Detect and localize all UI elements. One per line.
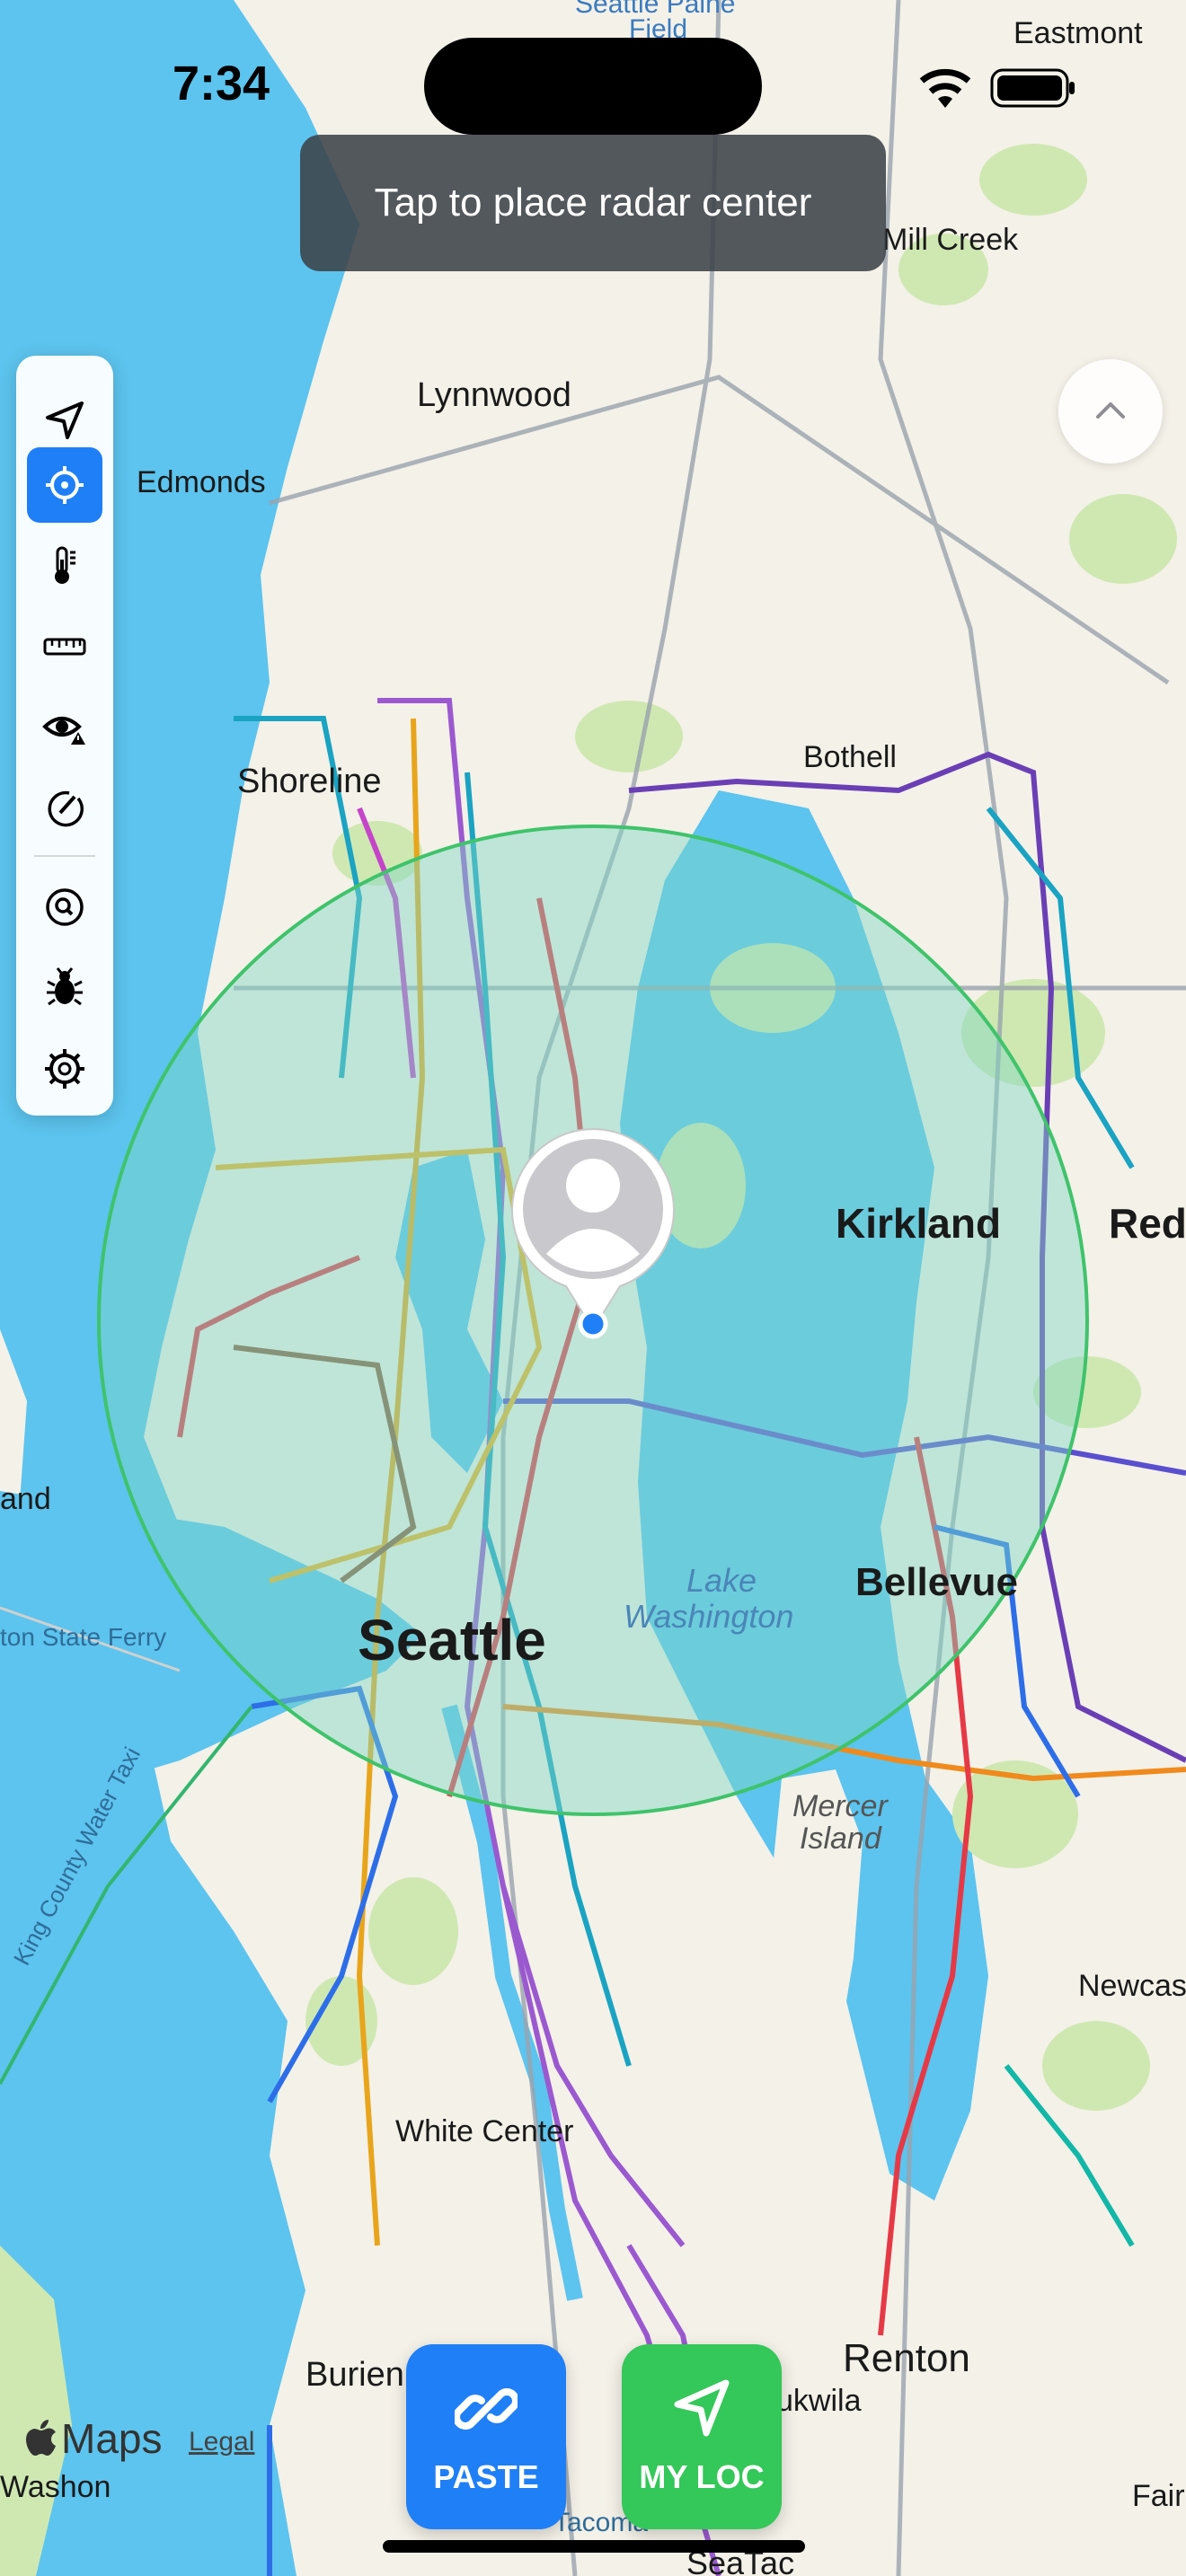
- collapse-button[interactable]: [1058, 359, 1163, 463]
- label-lynnwood: Lynnwood: [417, 376, 571, 414]
- chevron-up-icon: [1096, 402, 1125, 419]
- label-mill-creek: Mill Creek: [882, 223, 1019, 257]
- toolbar-divider: [34, 855, 95, 857]
- status-time: 7:34: [173, 57, 270, 110]
- dynamic-island: [424, 38, 762, 135]
- label-white-center: White Center: [395, 2114, 573, 2148]
- battery-icon: [990, 68, 1075, 108]
- label-kirkland: Kirkland: [836, 1200, 1001, 1247]
- apple-maps-attribution: Maps: [25, 2414, 162, 2463]
- navigation-arrow-icon: [46, 401, 84, 439]
- label-washon: Washon: [0, 2470, 111, 2504]
- paste-button[interactable]: PASTE: [406, 2344, 566, 2529]
- speed-tool[interactable]: [27, 771, 102, 846]
- eye-warning-icon: [42, 717, 85, 745]
- compass-icon: [48, 790, 84, 827]
- label-and: and: [0, 1482, 51, 1516]
- label-lake: Lake: [686, 1562, 757, 1599]
- debug-tool[interactable]: [27, 950, 102, 1026]
- tool-sidebar: [16, 356, 113, 1116]
- label-seattle: Seattle: [358, 1608, 546, 1672]
- maps-label: Maps: [61, 2415, 163, 2462]
- label-red: Red: [1109, 1200, 1186, 1247]
- location-arrow-icon: [674, 2379, 730, 2437]
- settings-tool[interactable]: [27, 1031, 102, 1107]
- search-zoom-icon: [46, 888, 84, 926]
- temperature-tool[interactable]: [27, 528, 102, 604]
- label-newcas: Newcas: [1078, 1969, 1186, 2003]
- label-burien: Burien: [305, 2356, 404, 2394]
- crosshair-icon: [46, 466, 84, 504]
- link-icon: [455, 2388, 518, 2430]
- thermometer-icon: [55, 546, 75, 584]
- legal-link[interactable]: Legal: [189, 2427, 254, 2457]
- place-radar-tool[interactable]: [27, 447, 102, 523]
- apple-logo-icon: [26, 2420, 56, 2456]
- paste-label: PASTE: [433, 2458, 539, 2495]
- search-tool[interactable]: [27, 869, 102, 945]
- label-bothell: Bothell: [803, 740, 897, 774]
- label-island: Island: [800, 1822, 882, 1856]
- measure-tool[interactable]: [27, 609, 102, 684]
- bug-icon: [47, 967, 83, 1006]
- label-ferry: ton State Ferry: [0, 1623, 166, 1651]
- home-indicator: [383, 2540, 805, 2553]
- label-edmonds: Edmonds: [137, 465, 266, 499]
- visibility-alerts-tool[interactable]: [27, 690, 102, 765]
- hint-toast: Tap to place radar center: [300, 135, 886, 271]
- label-fair: Fair: [1132, 2479, 1185, 2513]
- gear-icon: [45, 1049, 84, 1089]
- label-washington: Washington: [624, 1598, 793, 1635]
- wifi-icon: [919, 68, 971, 108]
- my-location-button[interactable]: MY LOC: [622, 2344, 782, 2529]
- ruler-icon: [43, 638, 86, 656]
- label-renton: Renton: [843, 2336, 970, 2380]
- label-shoreline: Shoreline: [237, 763, 382, 800]
- label-bellevue: Bellevue: [855, 1560, 1018, 1604]
- label-ukwila: ukwila: [776, 2384, 862, 2418]
- map-view[interactable]: Seattle Paine Field Eastmont Mill Creek …: [0, 0, 1186, 2576]
- label-mercer: Mercer: [792, 1789, 889, 1823]
- myloc-label: MY LOC: [639, 2458, 765, 2495]
